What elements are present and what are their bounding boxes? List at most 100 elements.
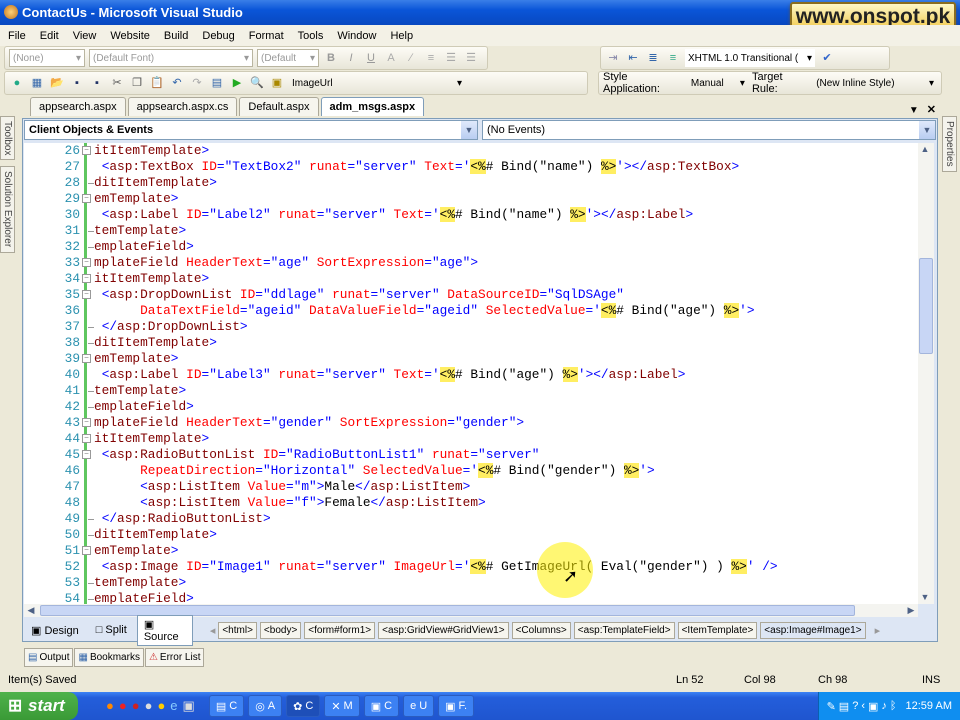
code-line[interactable]: 44− itItemTemplate> [24, 431, 918, 447]
code-line[interactable]: 36 DataTextField="ageid" DataValueField=… [24, 303, 918, 319]
code-line[interactable]: 28 ditItemTemplate> [24, 175, 918, 191]
bold-button[interactable]: B [323, 50, 339, 66]
style-application-select[interactable]: Manual ▾ [688, 74, 748, 92]
split-view-button[interactable]: □ Split [89, 621, 134, 639]
error-list-tab[interactable]: ⚠ Error List [144, 648, 205, 667]
breadcrumb-item[interactable]: <asp:Image#Image1> [760, 621, 866, 639]
scroll-right-icon[interactable]: ▶ [904, 604, 918, 617]
tray-icon[interactable]: ✎ [827, 700, 836, 713]
collapse-icon[interactable]: − [82, 146, 91, 155]
code-line[interactable]: 29− emTemplate> [24, 191, 918, 207]
navigate-icon[interactable]: ▤ [209, 75, 225, 91]
messenger-icon[interactable]: ● [157, 698, 165, 714]
breadcrumb-item[interactable]: <ItemTemplate> [677, 621, 758, 639]
breadcrumb-item[interactable]: <asp:GridView#GridView1> [378, 621, 509, 639]
tray-expand-icon[interactable]: ‹ [861, 700, 865, 712]
objects-dropdown[interactable]: Client Objects & Events ▼ [24, 120, 478, 140]
code-line[interactable]: 38 ditItemTemplate> [24, 335, 918, 351]
menu-tools[interactable]: Tools [298, 30, 324, 42]
code-line[interactable]: 45− <asp:RadioButtonList ID="RadioButton… [24, 447, 918, 463]
target-rule-select[interactable]: (New Inline Style) ▾ [813, 74, 937, 92]
breadcrumb-left-icon[interactable]: ◂ [210, 624, 216, 637]
cut-icon[interactable]: ✂ [109, 75, 125, 91]
collapse-icon[interactable]: − [82, 258, 91, 267]
code-line[interactable]: 48 <asp:ListItem Value="f">Female</asp:L… [24, 495, 918, 511]
underline-button[interactable]: U [363, 50, 379, 66]
breadcrumb-item[interactable]: <body> [259, 621, 302, 639]
code-line[interactable]: 43− mplateField HeaderText="gender" SortE… [24, 415, 918, 431]
taskbar-item-m[interactable]: ✕ M [324, 695, 360, 717]
code-line[interactable]: 47 <asp:ListItem Value="m">Male</asp:Lis… [24, 479, 918, 495]
menu-format[interactable]: Format [249, 30, 284, 42]
breadcrumb-item[interactable]: <Columns> [511, 621, 571, 639]
tray-icon[interactable]: ▤ [839, 700, 849, 713]
taskbar-item-ie[interactable]: eU [403, 695, 435, 717]
code-line[interactable]: 27 <asp:TextBox ID="TextBox2" runat="ser… [24, 159, 918, 175]
code-line[interactable]: 30 <asp:Label ID="Label2" runat="server"… [24, 207, 918, 223]
vertical-scrollbar[interactable]: ▲ ▼ [918, 143, 934, 604]
start-button[interactable]: ⊞ start [0, 692, 78, 720]
code-line[interactable]: 50 ditItemTemplate> [24, 527, 918, 543]
toolbox-tab[interactable]: Toolbox [0, 116, 15, 161]
menu-edit[interactable]: Edit [40, 30, 59, 42]
menu-website[interactable]: Website [110, 30, 150, 42]
taskbar-item-a[interactable]: ◎ A [248, 695, 283, 717]
code-line[interactable]: 54 emplateField> [24, 591, 918, 604]
code-line[interactable]: 51− emTemplate> [24, 543, 918, 559]
outdent-icon[interactable]: ⇤ [625, 50, 641, 66]
validate-icon[interactable]: ✔ [819, 50, 835, 66]
new-website-icon[interactable]: ● [9, 75, 25, 91]
numbered-list-icon[interactable]: ☰ [443, 50, 459, 66]
events-dropdown[interactable]: (No Events) ▼ [482, 120, 936, 140]
media-icon[interactable]: ● [145, 698, 153, 714]
collapse-icon[interactable]: − [82, 450, 91, 459]
output-tab[interactable]: ▤ Output [24, 648, 74, 667]
open-icon[interactable]: 📂 [49, 75, 65, 91]
font-select[interactable]: (Default Font) ▾ [89, 49, 253, 67]
font-color-icon[interactable]: A [383, 50, 399, 66]
doctype-select[interactable]: XHTML 1.0 Transitional (▾ [685, 49, 815, 67]
clock[interactable]: 12:59 AM [906, 700, 952, 712]
ie-icon[interactable]: e [170, 698, 177, 714]
source-view-button[interactable]: ▣ Source [136, 614, 193, 646]
tab-appsearch-aspx-cs[interactable]: appsearch.aspx.cs [127, 97, 238, 116]
find-in-files-icon[interactable]: ▣ [269, 75, 285, 91]
design-view-button[interactable]: ▣ Design [24, 621, 86, 640]
code-line[interactable]: 53 temTemplate> [24, 575, 918, 591]
collapse-icon[interactable]: − [82, 290, 91, 299]
menu-view[interactable]: View [73, 30, 97, 42]
comment-icon[interactable]: ≡ [665, 50, 681, 66]
start-debugging-icon[interactable]: ▶ [229, 75, 245, 91]
menu-help[interactable]: Help [390, 30, 413, 42]
properties-tab[interactable]: Properties [942, 116, 957, 172]
save-icon[interactable]: ▪ [69, 75, 85, 91]
scroll-up-icon[interactable]: ▲ [918, 143, 932, 156]
solution-explorer-tab[interactable]: Solution Explorer [0, 166, 15, 253]
taskbar-item-f[interactable]: ▣ F. [438, 695, 475, 717]
app-icon[interactable]: ● [132, 698, 140, 714]
copy-icon[interactable]: ❐ [129, 75, 145, 91]
code-line[interactable]: 40 <asp:Label ID="Label3" runat="server"… [24, 367, 918, 383]
collapse-icon[interactable]: − [82, 434, 91, 443]
menu-file[interactable]: File [8, 30, 26, 42]
taskbar-item-visual-studio[interactable]: ✿ C [286, 695, 321, 717]
format-icon[interactable]: ≣ [645, 50, 661, 66]
indent-icon[interactable]: ⇥ [605, 50, 621, 66]
tab-default-aspx[interactable]: Default.aspx [239, 97, 319, 116]
redo-icon[interactable]: ↷ [189, 75, 205, 91]
code-line[interactable]: 33− mplateField HeaderText="age" SortExpr… [24, 255, 918, 271]
opera-icon[interactable]: ● [119, 698, 127, 714]
code-line[interactable]: 42 emplateField> [24, 399, 918, 415]
breadcrumb-item[interactable]: <html> [218, 621, 257, 639]
breadcrumb-right-icon[interactable]: ▸ [875, 624, 881, 637]
paste-icon[interactable]: 📋 [149, 75, 165, 91]
code-line[interactable]: 26− itItemTemplate> [24, 143, 918, 159]
desktop-icon[interactable]: ▣ [183, 698, 195, 714]
block-format-select[interactable]: (None) ▾ [9, 49, 85, 67]
collapse-icon[interactable]: − [82, 354, 91, 363]
vertical-scroll-thumb[interactable] [919, 258, 933, 354]
code-editor[interactable]: 26− itItemTemplate> 27 <asp:TextBox ID="Te… [24, 143, 918, 604]
code-line[interactable]: 31 temTemplate> [24, 223, 918, 239]
scroll-down-icon[interactable]: ▼ [918, 591, 932, 604]
menu-window[interactable]: Window [337, 30, 376, 42]
